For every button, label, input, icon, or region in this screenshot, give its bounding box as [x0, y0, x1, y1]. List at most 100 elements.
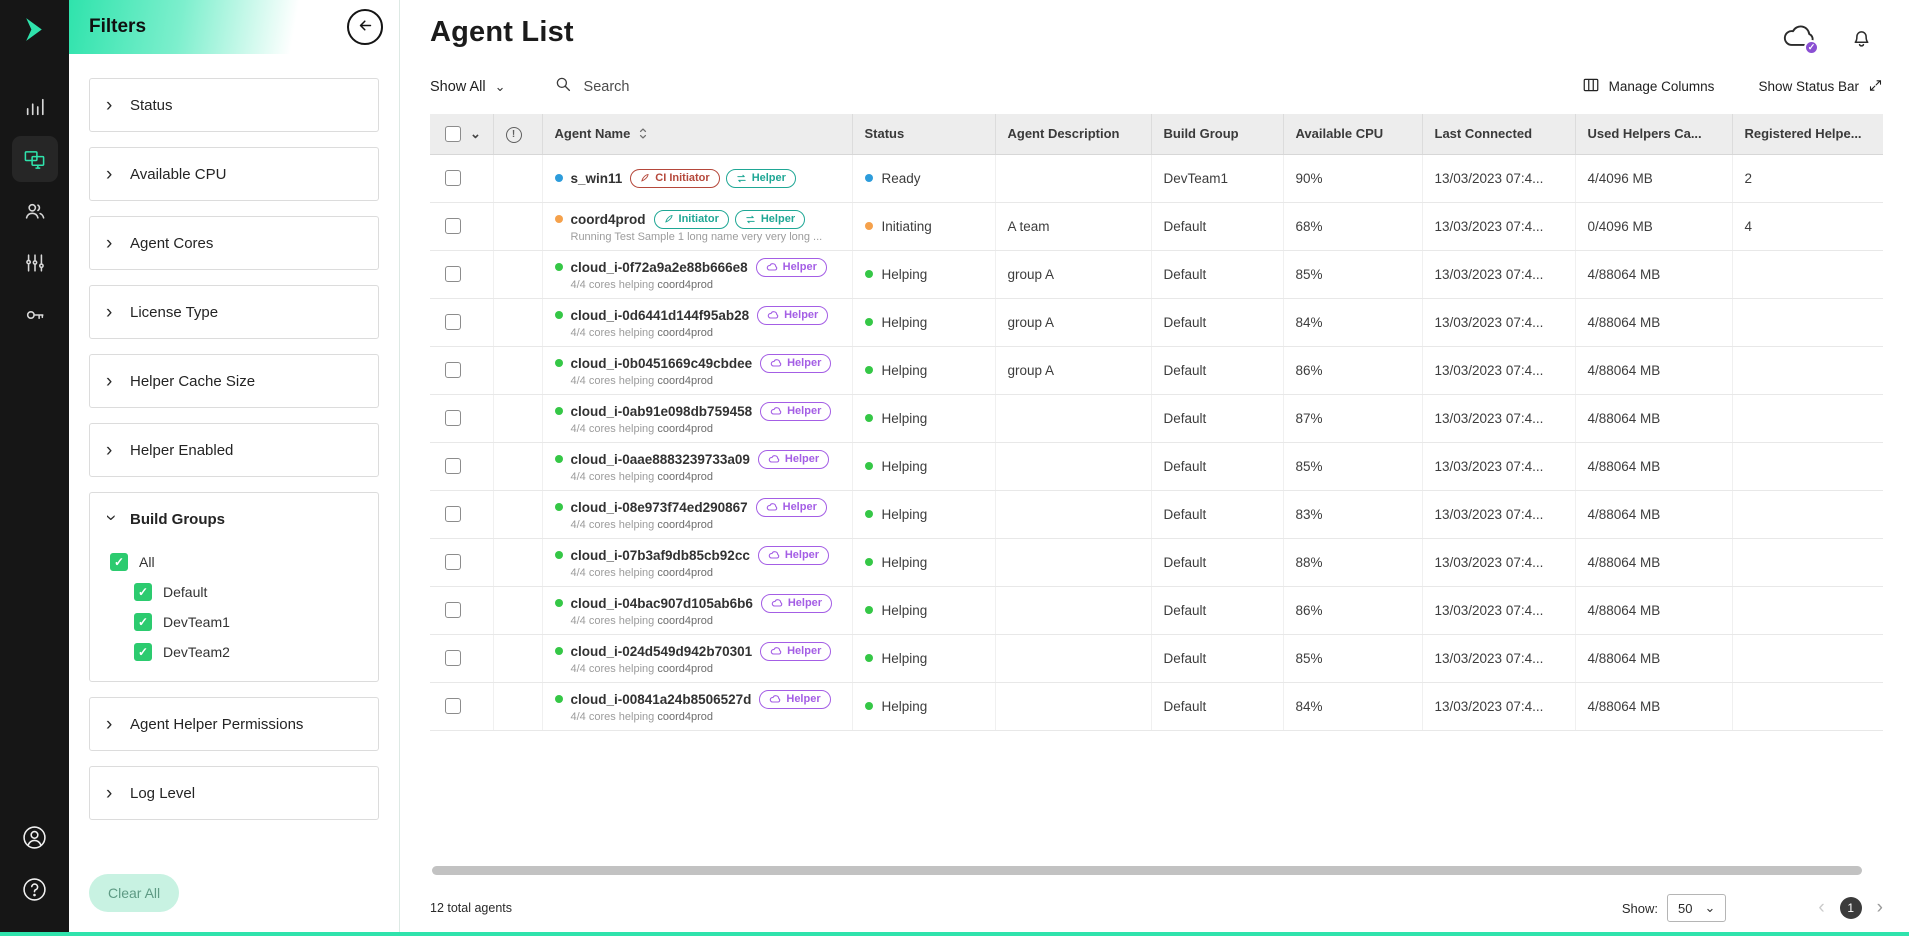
- filter-section-header[interactable]: Agent Helper Permissions: [90, 698, 378, 750]
- agent-name-cell: cloud_i-08e973f74ed290867 Helper 4/4 cor…: [542, 490, 852, 538]
- header-last-connected[interactable]: Last Connected: [1422, 114, 1575, 154]
- filter-option-default[interactable]: Default: [110, 577, 362, 607]
- filter-section-header[interactable]: Helper Enabled: [90, 424, 378, 476]
- table-row[interactable]: cloud_i-0b0451669c49cbdee Helper 4/4 cor…: [430, 346, 1883, 394]
- row-checkbox[interactable]: [445, 698, 461, 714]
- row-checkbox[interactable]: [445, 362, 461, 378]
- rail-item-help[interactable]: [12, 866, 58, 912]
- filter-section-agent-cores: Agent Cores: [89, 216, 379, 270]
- manage-columns-button[interactable]: Manage Columns: [1582, 76, 1715, 97]
- filter-section-header[interactable]: Helper Cache Size: [90, 355, 378, 407]
- previous-page-icon[interactable]: [1818, 897, 1824, 919]
- users-icon: [24, 200, 46, 222]
- header-agent-name[interactable]: Agent Name: [542, 114, 852, 154]
- row-checkbox[interactable]: [445, 650, 461, 666]
- table-row[interactable]: cloud_i-0f72a9a2e88b666e8 Helper 4/4 cor…: [430, 250, 1883, 298]
- status-cell: Helping: [852, 634, 995, 682]
- agent-status-dot: [555, 455, 563, 463]
- select-all-checkbox[interactable]: [445, 126, 461, 142]
- status-dot: [865, 510, 873, 518]
- cloud-icon: [768, 549, 780, 561]
- rail-item-agents[interactable]: [12, 136, 58, 182]
- sort-icon[interactable]: [638, 127, 648, 140]
- rail-item-licenses[interactable]: [12, 292, 58, 338]
- header-registered-helpers[interactable]: Registered Helpe...: [1732, 114, 1883, 154]
- table-row[interactable]: coord4prod InitiatorHelper Running Test …: [430, 202, 1883, 250]
- pagination: 1: [1818, 897, 1883, 919]
- filter-section-header[interactable]: Available CPU: [90, 148, 378, 200]
- description-cell: [995, 442, 1151, 490]
- rail-item-profile[interactable]: [12, 814, 58, 860]
- current-page-badge[interactable]: 1: [1840, 897, 1862, 919]
- filter-section-label: Build Groups: [130, 511, 225, 528]
- status-cell: Helping: [852, 346, 995, 394]
- status-dot: [865, 174, 873, 182]
- filter-section-label: Agent Helper Permissions: [130, 716, 303, 733]
- show-all-dropdown[interactable]: Show All: [430, 79, 506, 95]
- filter-section-header[interactable]: Build Groups: [90, 493, 378, 545]
- header-available-cpu[interactable]: Available CPU: [1283, 114, 1422, 154]
- filter-section-header[interactable]: Status: [90, 79, 378, 131]
- row-checkbox[interactable]: [445, 554, 461, 570]
- alerts-cell: [493, 490, 542, 538]
- cloud-icon: [767, 309, 779, 321]
- rail-item-settings[interactable]: [12, 240, 58, 286]
- cloud-status-icon[interactable]: ✓: [1783, 24, 1814, 53]
- search-input[interactable]: [582, 78, 722, 96]
- horizontal-scrollbar[interactable]: [432, 866, 1862, 875]
- show-status-bar-button[interactable]: Show Status Bar: [1758, 78, 1883, 96]
- rail-item-users[interactable]: [12, 188, 58, 234]
- table-row[interactable]: cloud_i-0d6441d144f95ab28 Helper 4/4 cor…: [430, 298, 1883, 346]
- clear-all-button[interactable]: Clear All: [89, 874, 179, 912]
- status-label: Initiating: [882, 219, 932, 234]
- agent-name: cloud_i-00841a24b8506527d: [571, 692, 752, 707]
- table-row[interactable]: cloud_i-07b3af9db85cb92cc Helper 4/4 cor…: [430, 538, 1883, 586]
- agent-subtitle: 4/4 cores helping coord4prod: [571, 375, 840, 387]
- agent-name-cell: s_win11 CI InitiatorHelper: [542, 154, 852, 202]
- filter-section-header[interactable]: License Type: [90, 286, 378, 338]
- search-box[interactable]: [554, 75, 722, 98]
- collapse-filters-button[interactable]: [347, 9, 383, 45]
- row-checkbox[interactable]: [445, 170, 461, 186]
- agent-name: cloud_i-0aae8883239733a09: [571, 452, 750, 467]
- table-row[interactable]: cloud_i-0aae8883239733a09 Helper 4/4 cor…: [430, 442, 1883, 490]
- filter-option-devteam2[interactable]: DevTeam2: [110, 637, 362, 667]
- header-status[interactable]: Status: [852, 114, 995, 154]
- status-cell: Initiating: [852, 202, 995, 250]
- header-build-group[interactable]: Build Group: [1151, 114, 1283, 154]
- table-row[interactable]: cloud_i-08e973f74ed290867 Helper 4/4 cor…: [430, 490, 1883, 538]
- row-checkbox[interactable]: [445, 218, 461, 234]
- table-row[interactable]: cloud_i-00841a24b8506527d Helper 4/4 cor…: [430, 682, 1883, 730]
- status-cell: Helping: [852, 490, 995, 538]
- row-checkbox[interactable]: [445, 410, 461, 426]
- header-agent-description[interactable]: Agent Description: [995, 114, 1151, 154]
- filter-option-devteam1[interactable]: DevTeam1: [110, 607, 362, 637]
- table-row[interactable]: cloud_i-0ab91e098db759458 Helper 4/4 cor…: [430, 394, 1883, 442]
- row-checkbox[interactable]: [445, 506, 461, 522]
- show-label: Show:: [1622, 901, 1658, 916]
- page-size-select[interactable]: 50: [1667, 894, 1726, 922]
- row-checkbox[interactable]: [445, 458, 461, 474]
- status-dot: [865, 366, 873, 374]
- chevron-down-icon[interactable]: [470, 126, 481, 141]
- filter-section-header[interactable]: Log Level: [90, 767, 378, 819]
- badge-container: Helper: [757, 306, 828, 325]
- next-page-icon[interactable]: [1877, 897, 1883, 919]
- rail-item-dashboard[interactable]: [12, 84, 58, 130]
- row-checkbox[interactable]: [445, 314, 461, 330]
- status-label: Helping: [882, 651, 928, 666]
- table-row[interactable]: s_win11 CI InitiatorHelper Ready DevTeam…: [430, 154, 1883, 202]
- row-checkbox[interactable]: [445, 602, 461, 618]
- chevron-right-icon: [106, 96, 116, 115]
- brand-logo-icon[interactable]: [21, 16, 48, 48]
- filter-section-header[interactable]: Agent Cores: [90, 217, 378, 269]
- table-row[interactable]: cloud_i-04bac907d105ab6b6 Helper 4/4 cor…: [430, 586, 1883, 634]
- filter-option-all[interactable]: All: [110, 547, 362, 577]
- notifications-bell-icon[interactable]: [1850, 25, 1873, 53]
- last-connected-cell: 13/03/2023 07:4...: [1422, 154, 1575, 202]
- used-helpers-cell: 4/88064 MB: [1575, 298, 1732, 346]
- header-used-helpers[interactable]: Used Helpers Ca...: [1575, 114, 1732, 154]
- description-cell: group A: [995, 250, 1151, 298]
- table-row[interactable]: cloud_i-024d549d942b70301 Helper 4/4 cor…: [430, 634, 1883, 682]
- row-checkbox[interactable]: [445, 266, 461, 282]
